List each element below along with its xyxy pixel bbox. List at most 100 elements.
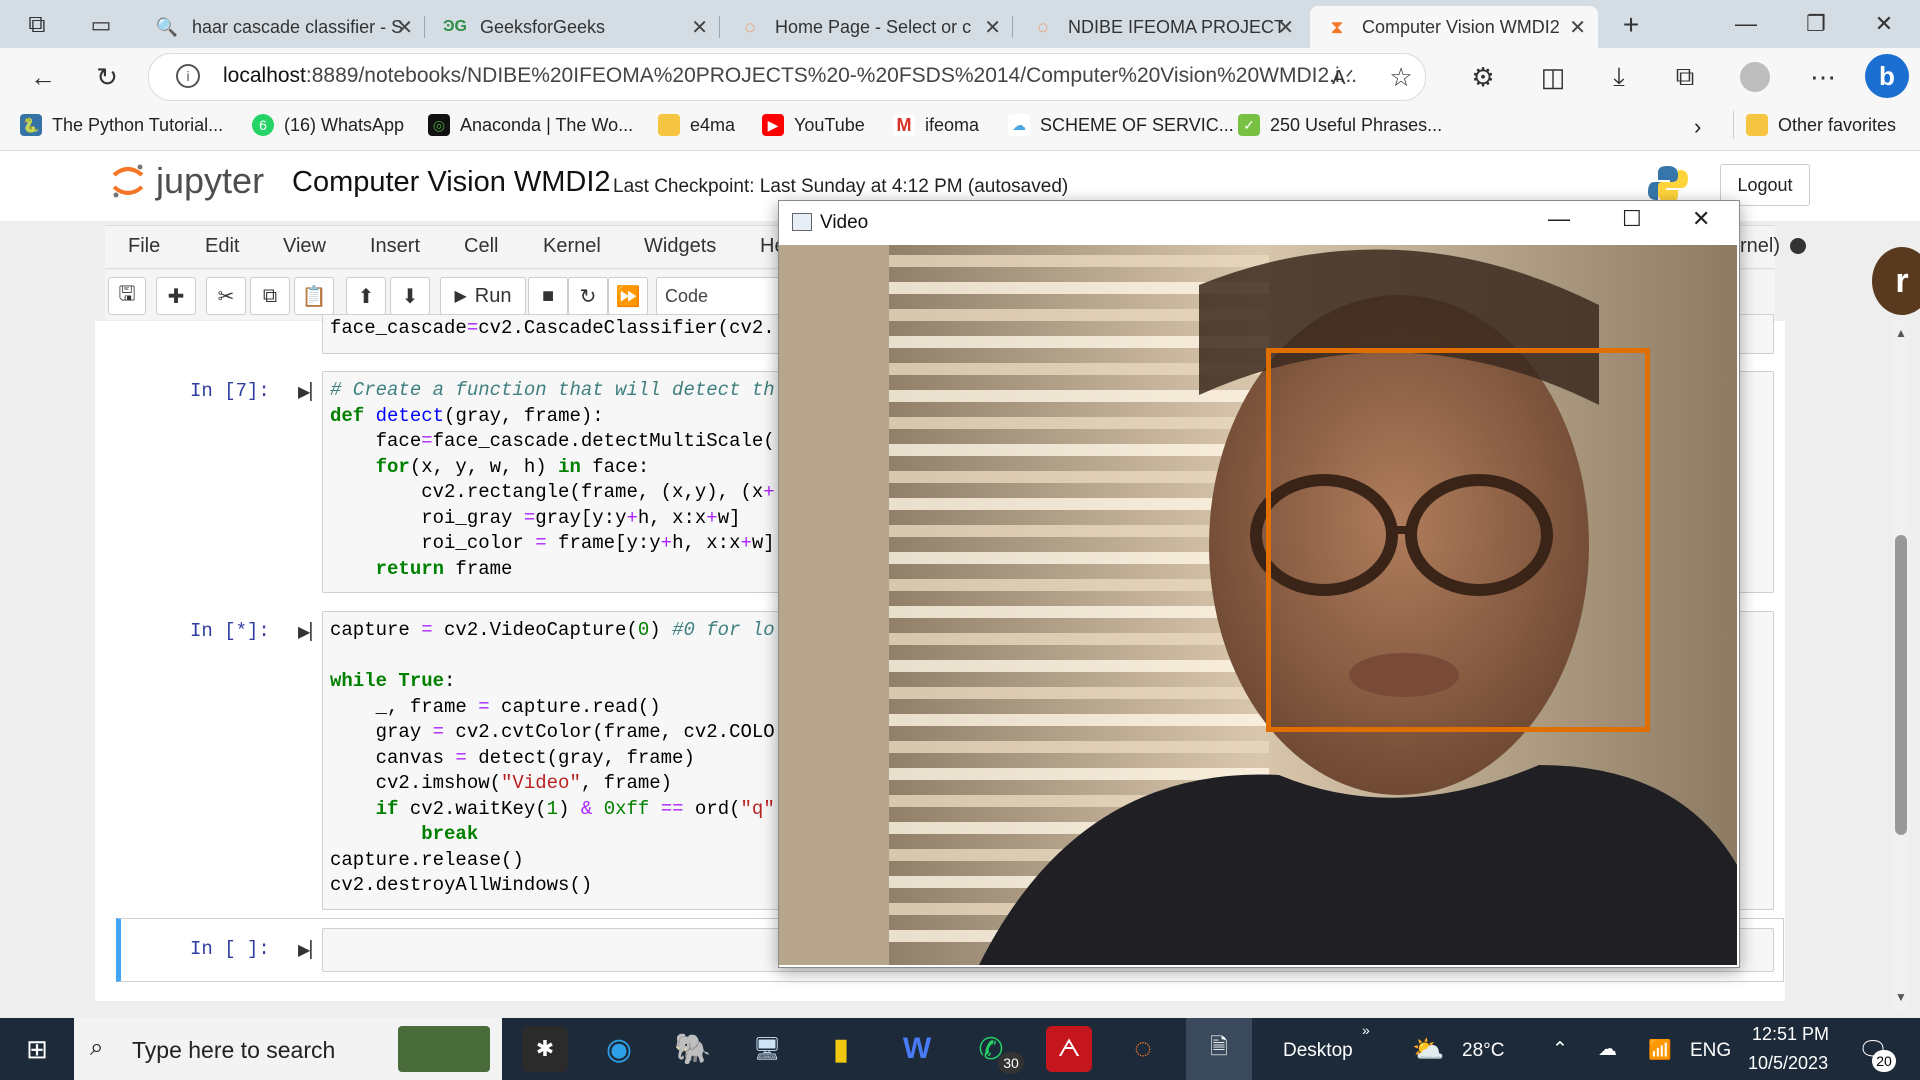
collections-icon[interactable]: ⧉ (1668, 60, 1702, 94)
python-logo-icon (1646, 164, 1690, 204)
read-aloud-icon[interactable]: Aᐟ (1326, 60, 1360, 94)
cell-prompt: In [*]: (190, 620, 270, 642)
downloads-icon[interactable]: ⤓ (1602, 60, 1636, 94)
clock-time[interactable]: 12:51 PM (1752, 1024, 1829, 1045)
bing-chat-icon[interactable]: b (1865, 54, 1909, 98)
cloud-icon: ☁ (1008, 114, 1030, 136)
menu-widgets[interactable]: Widgets (644, 235, 716, 258)
power-bi-icon[interactable]: ▮ (818, 1026, 864, 1072)
run-cell-icon[interactable]: ▶▏ (298, 622, 323, 642)
file-taskbar-icon[interactable]: 🗎 (1186, 1018, 1252, 1080)
kernel-name: rnel) (1740, 235, 1781, 257)
acrobat-icon[interactable]: ᗅ (1046, 1026, 1092, 1072)
close-tab-icon[interactable]: ✕ (1569, 15, 1586, 40)
notebook-title[interactable]: Computer Vision WMDI2 (292, 166, 611, 199)
bookmark-e4ma[interactable]: e4ma (658, 114, 735, 136)
run-cell-icon[interactable]: ▶▏ (298, 382, 323, 402)
slack-icon[interactable]: ✱ (522, 1026, 568, 1072)
onedrive-icon[interactable]: ☁ (1598, 1038, 1617, 1061)
remote-desktop-icon[interactable]: 🖥 (744, 1026, 790, 1072)
postgres-icon[interactable]: 🐘 (670, 1026, 716, 1072)
video-maximize-icon[interactable]: ☐ (1622, 206, 1642, 232)
desktop-toolbar[interactable]: Desktop (1283, 1040, 1353, 1062)
close-window-icon[interactable]: ✕ (1864, 8, 1904, 40)
video-minimize-icon[interactable]: — (1548, 206, 1570, 232)
insert-cell-icon[interactable]: ✚ (156, 277, 196, 315)
bookmark-youtube[interactable]: ▶ YouTube (762, 114, 865, 136)
site-info-icon[interactable]: i (176, 64, 200, 88)
tab-haar-cascade[interactable]: 🔍 haar cascade classifier - S ✕ (140, 6, 425, 48)
jupyter-logo[interactable]: jupyter (110, 160, 264, 202)
blind-slat (889, 741, 1269, 753)
jupyter-taskbar-icon[interactable]: ◌ (1120, 1026, 1166, 1072)
menu-kernel[interactable]: Kernel (543, 235, 601, 258)
jupyter-icon: ◌ (744, 16, 756, 37)
workspaces-icon[interactable]: ⧉ (22, 10, 52, 40)
run-cell-icon[interactable]: ▶▏ (298, 940, 323, 960)
new-tab-button[interactable]: + (1614, 8, 1648, 42)
tab-title: Computer Vision WMDI2 (1362, 16, 1560, 37)
scrollbar-thumb[interactable] (1895, 535, 1907, 835)
temperature[interactable]: 28°C (1462, 1040, 1504, 1062)
restore-icon[interactable]: ❐ (1796, 8, 1836, 40)
edge-icon[interactable]: ◉ (596, 1026, 642, 1072)
webex-icon[interactable]: W (894, 1026, 940, 1072)
more-menu-icon[interactable]: ⋯ (1806, 60, 1840, 94)
move-up-icon[interactable]: ⬆ (346, 277, 386, 315)
favorite-star-icon[interactable]: ☆ (1384, 60, 1418, 94)
bookmarks-more-chevron-icon[interactable]: › (1694, 114, 1701, 140)
close-tab-icon[interactable]: ✕ (396, 15, 413, 40)
back-icon[interactable]: ← (26, 60, 60, 94)
menu-cell[interactable]: Cell (464, 235, 498, 258)
bookmark-whatsapp[interactable]: 6 (16) WhatsApp (252, 114, 404, 136)
paste-icon[interactable]: 📋 (294, 277, 334, 315)
tab-geeksforgeeks[interactable]: ϿG GeeksforGeeks ✕ (428, 6, 720, 48)
bookmark-python-tutorial[interactable]: 🐍 The Python Tutorial... (20, 114, 223, 136)
menu-insert[interactable]: Insert (370, 235, 420, 258)
restart-run-all-icon[interactable]: ⏩ (608, 277, 648, 315)
close-tab-icon[interactable]: ✕ (1277, 15, 1294, 40)
minimize-icon[interactable]: — (1726, 8, 1766, 40)
tab-ndibe-project[interactable]: ◌ NDIBE IFEOMA PROJECT ✕ (1016, 6, 1306, 48)
copy-icon[interactable]: ⧉ (250, 277, 290, 315)
video-close-icon[interactable]: ✕ (1692, 206, 1710, 232)
profile-avatar[interactable] (1740, 62, 1770, 92)
search-highlight-icon[interactable] (398, 1026, 490, 1072)
bookmark-scheme-of-service[interactable]: ☁ SCHEME OF SERVIC... (1008, 114, 1234, 136)
blind-slat (889, 660, 1269, 672)
refresh-icon[interactable]: ↻ (90, 60, 124, 94)
bookmark-useful-phrases[interactable]: ✓ 250 Useful Phrases... (1238, 114, 1442, 136)
wifi-icon[interactable]: 📶 (1648, 1038, 1672, 1062)
tray-chevron-icon[interactable]: ⌃ (1552, 1038, 1568, 1061)
split-screen-icon[interactable]: ◫ (1536, 60, 1570, 94)
clock-date[interactable]: 10/5/2023 (1748, 1053, 1828, 1074)
tab-computer-vision[interactable]: ⧗ Computer Vision WMDI2 ✕ (1310, 6, 1598, 48)
weather-icon[interactable]: ⛅ (1412, 1034, 1444, 1065)
toolbar-expand-icon[interactable]: » (1362, 1022, 1370, 1038)
close-tab-icon[interactable]: ✕ (691, 15, 708, 40)
kernel-busy-indicator (1790, 238, 1806, 254)
interrupt-icon[interactable]: ■ (528, 277, 568, 315)
menu-edit[interactable]: Edit (205, 235, 239, 258)
video-title-bar[interactable] (779, 201, 1737, 245)
language-indicator[interactable]: ENG (1690, 1040, 1731, 1062)
save-icon[interactable]: 🖫 (108, 277, 146, 315)
scroll-up-icon[interactable]: ▲ (1895, 326, 1907, 340)
run-button[interactable]: ▶ Run (440, 277, 526, 315)
tab-title: GeeksforGeeks (480, 16, 606, 37)
menu-file[interactable]: File (128, 235, 160, 258)
bookmark-anaconda[interactable]: ◎ Anaconda | The Wo... (428, 114, 633, 136)
menu-view[interactable]: View (283, 235, 326, 258)
move-down-icon[interactable]: ⬇ (390, 277, 430, 315)
extensions-icon[interactable]: ⚙ (1466, 60, 1500, 94)
windows-start-icon[interactable]: ⊞ (14, 1026, 60, 1072)
restart-icon[interactable]: ↻ (568, 277, 608, 315)
tab-home-page[interactable]: ◌ Home Page - Select or c ✕ (723, 6, 1013, 48)
bookmark-other-favorites[interactable]: Other favorites (1746, 114, 1896, 136)
tab-actions-icon[interactable]: ▭ (86, 10, 116, 40)
cell-type-select[interactable]: Code (656, 277, 796, 315)
cut-icon[interactable]: ✂ (206, 277, 246, 315)
close-tab-icon[interactable]: ✕ (984, 15, 1001, 40)
bookmark-ifeoma[interactable]: Mifeoma (893, 114, 979, 136)
scroll-down-icon[interactable]: ▼ (1895, 990, 1907, 1004)
